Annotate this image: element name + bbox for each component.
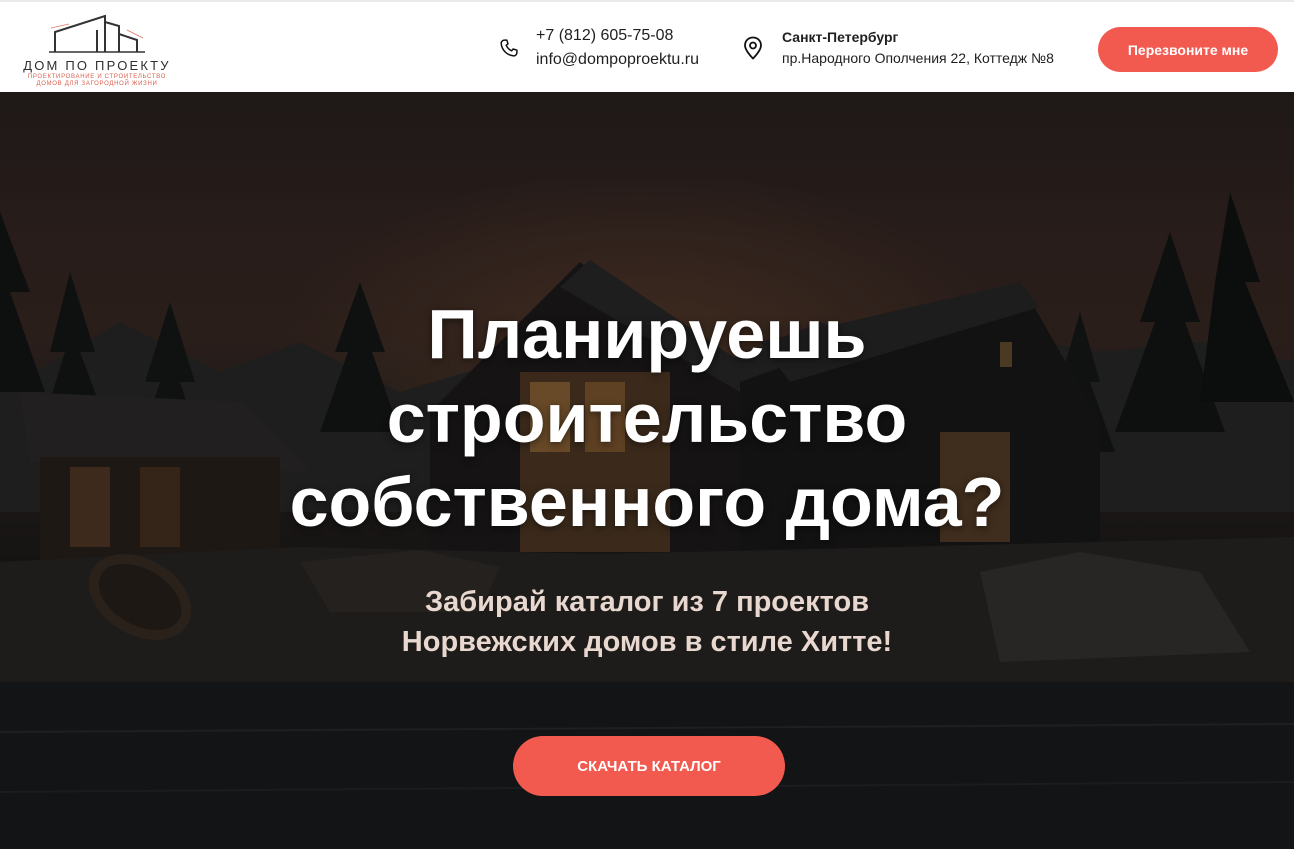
- site-header: ДОМ ПО ПРОЕКТУ ПРОЕКТИРОВАНИЕ И СТРОИТЕЛ…: [0, 0, 1294, 92]
- hero-title-line: Планируешь: [427, 295, 867, 373]
- hero-section: Планируешь строительство собственного до…: [0, 92, 1294, 849]
- logo-name: ДОМ ПО ПРОЕКТУ: [23, 58, 171, 73]
- download-catalog-button[interactable]: СКАЧАТЬ КАТАЛОГ: [513, 736, 785, 796]
- contact-address-block: Санкт-Петербург пр.Народного Ополчения 2…: [742, 27, 1054, 69]
- city-name: Санкт-Петербург: [782, 29, 899, 45]
- hero-subtitle-line: Забирай каталог из 7 проектов: [424, 586, 870, 618]
- street-address: пр.Народного Ополчения 22, Коттедж №8: [782, 50, 1054, 66]
- callback-button[interactable]: Перезвоните мне: [1098, 27, 1278, 72]
- hero-title-line: строительство: [386, 379, 908, 457]
- phone-icon: [498, 37, 520, 59]
- hero-subtitle: Забирай каталог из 7 проектов Норвежских…: [0, 582, 1294, 662]
- hero-title: Планируешь строительство собственного до…: [0, 292, 1294, 544]
- hero-subtitle-line: Норвежских домов в стиле Хитте!: [401, 626, 893, 658]
- logo-tagline: ДОМОВ ДЛЯ ЗАГОРОДНОЙ ЖИЗНИ: [36, 81, 158, 87]
- logo-tagline: ПРОЕКТИРОВАНИЕ И СТРОИТЕЛЬСТВО: [27, 74, 167, 80]
- contact-phone-block: +7 (812) 605-75-08 info@dompoproektu.ru: [498, 24, 699, 72]
- logo[interactable]: ДОМ ПО ПРОЕКТУ ПРОЕКТИРОВАНИЕ И СТРОИТЕЛ…: [22, 10, 172, 90]
- hero-title-line: собственного дома?: [289, 463, 1005, 541]
- house-outline-logo-icon: [49, 14, 145, 53]
- email-link[interactable]: info@dompoproektu.ru: [536, 48, 699, 72]
- phone-link[interactable]: +7 (812) 605-75-08: [536, 24, 699, 48]
- map-pin-icon: [742, 36, 764, 60]
